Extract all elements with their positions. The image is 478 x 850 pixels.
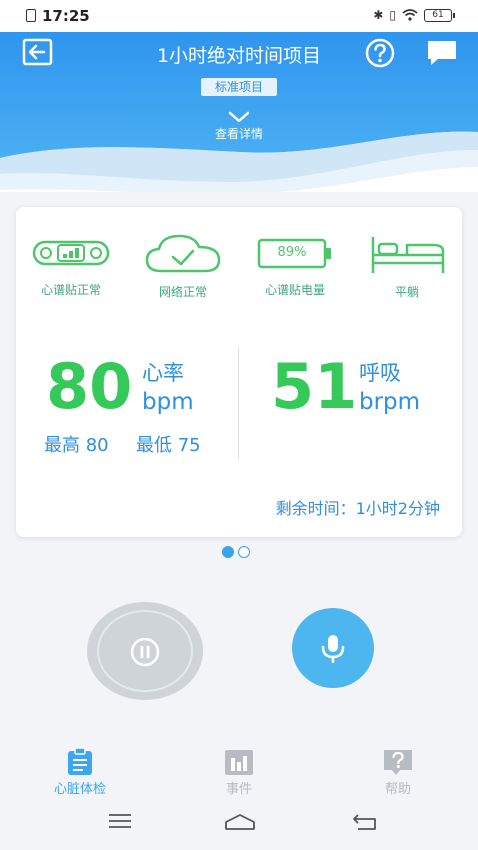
wifi-icon bbox=[402, 9, 418, 21]
heart-rate-max: 最高 80 bbox=[44, 435, 109, 456]
page-dot-2[interactable] bbox=[238, 546, 250, 558]
microphone-icon bbox=[321, 635, 345, 663]
metric-divider bbox=[238, 347, 239, 459]
tab-events-label: 事件 bbox=[225, 782, 252, 797]
monitoring-card: 心谱贴正常 网络正常 89% 心谱贴电量 平躺 80 心率 bpm 最高 80 … bbox=[16, 207, 462, 537]
bluetooth-icon: ✱ bbox=[373, 8, 384, 22]
system-nav-bar bbox=[0, 805, 478, 850]
back-arrow-icon bbox=[353, 814, 376, 830]
clipboard-icon bbox=[68, 748, 92, 775]
message-button[interactable] bbox=[425, 38, 459, 68]
bar-chart-icon bbox=[225, 750, 253, 775]
network-status-label: 网络正常 bbox=[158, 285, 207, 299]
nav-menu-button[interactable] bbox=[108, 813, 132, 833]
battery-status-label: 心谱贴电量 bbox=[264, 283, 325, 297]
patch-status: 心谱贴正常 bbox=[26, 233, 116, 298]
heart-rate-min: 最低 75 bbox=[136, 435, 201, 456]
heart-rate-label: 心率 bbox=[142, 361, 184, 385]
heart-rate-unit: bpm bbox=[142, 389, 194, 415]
posture-status-label: 平躺 bbox=[394, 285, 419, 299]
nav-home-button[interactable] bbox=[224, 813, 256, 835]
pause-icon bbox=[130, 637, 160, 667]
header: 1小时绝对时间项目 标准项目 查看详情 bbox=[0, 32, 478, 192]
chevron-down-icon bbox=[228, 111, 250, 123]
chat-bubble-icon bbox=[428, 41, 456, 65]
patch-signal-icon bbox=[32, 240, 110, 266]
tab-help-label: 帮助 bbox=[384, 782, 411, 797]
nav-back-button[interactable] bbox=[352, 813, 378, 835]
respiration-value: 51 bbox=[271, 350, 358, 423]
heart-rate-value: 80 bbox=[46, 350, 133, 423]
pause-button[interactable] bbox=[87, 602, 203, 700]
tab-help[interactable]: 帮助 bbox=[353, 748, 443, 797]
notification-icon bbox=[26, 9, 36, 22]
menu-icon bbox=[109, 814, 131, 828]
bed-icon bbox=[371, 237, 445, 273]
respiration-label: 呼吸 bbox=[359, 361, 401, 385]
page-indicator bbox=[222, 546, 250, 558]
network-status: 网络正常 bbox=[138, 233, 228, 300]
home-icon bbox=[225, 814, 255, 830]
cloud-check-icon bbox=[145, 234, 221, 273]
help-circle-icon bbox=[365, 38, 395, 68]
tab-events[interactable]: 事件 bbox=[194, 748, 284, 797]
patch-status-label: 心谱贴正常 bbox=[40, 283, 101, 297]
status-time: 17:25 bbox=[42, 7, 90, 25]
question-icon bbox=[384, 750, 412, 775]
posture-status: 平躺 bbox=[362, 233, 452, 300]
tab-heart-check[interactable]: 心脏体检 bbox=[35, 748, 125, 797]
status-bar: 17:25 ✱ ▯ 61 bbox=[0, 0, 478, 32]
help-button[interactable] bbox=[364, 38, 396, 68]
voice-button[interactable] bbox=[292, 608, 374, 688]
battery-icon: 61 bbox=[424, 8, 455, 22]
battery-status: 89% 心谱贴电量 bbox=[250, 233, 340, 298]
bottom-tab-bar: 心脏体检 事件 帮助 bbox=[0, 740, 478, 800]
view-details-button[interactable]: 查看详情 bbox=[190, 110, 288, 146]
tab-heart-check-label: 心脏体检 bbox=[53, 782, 106, 797]
page-dot-1[interactable] bbox=[222, 546, 234, 558]
status-icons: ✱ ▯ 61 bbox=[373, 8, 455, 22]
remaining-time: 剩余时间：1小时2分钟 bbox=[275, 499, 440, 518]
view-details-label: 查看详情 bbox=[214, 127, 263, 141]
vibrate-icon: ▯ bbox=[389, 8, 396, 22]
respiration-unit: brpm bbox=[359, 389, 421, 415]
page-title: 1小时绝对时间项目 bbox=[156, 45, 322, 67]
battery-percent: 89% bbox=[277, 245, 307, 260]
project-tag: 标准项目 bbox=[201, 78, 277, 96]
